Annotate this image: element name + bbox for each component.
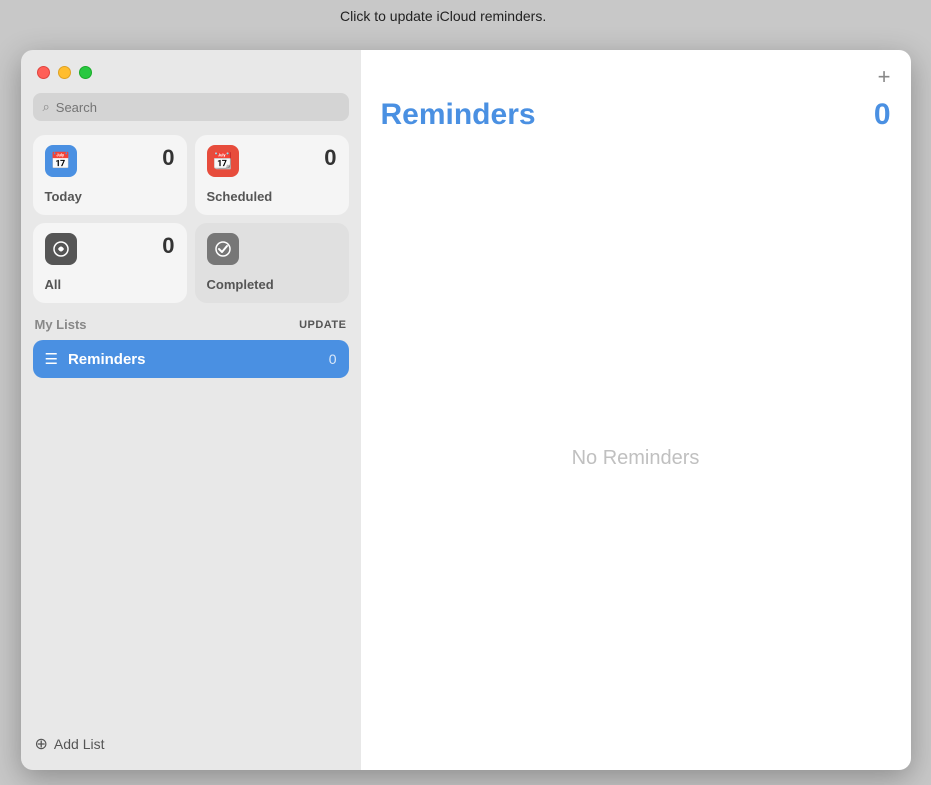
list-item-count: 0 (329, 351, 337, 367)
main-count: 0 (874, 98, 891, 132)
main-toolbar: + (381, 66, 891, 88)
my-lists-header: My Lists UPDATE (33, 317, 349, 332)
completed-label: Completed (207, 277, 337, 292)
main-title-row: Reminders 0 (381, 98, 891, 132)
search-input[interactable] (56, 100, 339, 115)
smart-list-today[interactable]: 📅 0 Today (33, 135, 187, 215)
smart-lists-grid: 📅 0 Today 📆 0 Scheduled (33, 135, 349, 303)
empty-state: No Reminders (381, 162, 891, 754)
smart-list-scheduled[interactable]: 📆 0 Scheduled (195, 135, 349, 215)
list-item-label: Reminders (68, 351, 319, 368)
traffic-lights (33, 66, 349, 79)
sidebar-bottom: ⊕ Add List (33, 720, 349, 758)
scheduled-label: Scheduled (207, 189, 337, 204)
scheduled-icon: 📆 (207, 145, 239, 177)
add-list-icon: ⊕ (35, 734, 48, 754)
minimize-button[interactable] (58, 66, 71, 79)
app-window: ⌕ 📅 0 Today 📆 0 (21, 50, 911, 770)
today-label: Today (45, 189, 175, 204)
my-lists-label: My Lists (35, 317, 87, 332)
update-button[interactable]: UPDATE (299, 319, 346, 331)
completed-icon (207, 233, 239, 265)
empty-state-text: No Reminders (572, 447, 700, 470)
all-label: All (45, 277, 175, 292)
list-icon: ☰ (45, 350, 58, 368)
smart-list-completed[interactable]: Completed (195, 223, 349, 303)
search-icon: ⌕ (43, 99, 50, 115)
add-list-button[interactable]: ⊕ Add List (33, 730, 107, 758)
add-list-label: Add List (54, 736, 105, 752)
today-count: 0 (162, 145, 174, 171)
search-bar[interactable]: ⌕ (33, 93, 349, 121)
list-item-reminders[interactable]: ☰ Reminders 0 (33, 340, 349, 378)
main-content: + Reminders 0 No Reminders (361, 50, 911, 770)
all-icon (45, 233, 77, 265)
add-reminder-button[interactable]: + (878, 66, 891, 88)
smart-list-all[interactable]: 0 All (33, 223, 187, 303)
scheduled-count: 0 (324, 145, 336, 171)
main-title: Reminders (381, 98, 536, 132)
tooltip-text: Click to update iCloud reminders. (340, 8, 546, 24)
maximize-button[interactable] (79, 66, 92, 79)
sidebar: ⌕ 📅 0 Today 📆 0 (21, 50, 361, 770)
close-button[interactable] (37, 66, 50, 79)
all-count: 0 (162, 233, 174, 259)
today-icon: 📅 (45, 145, 77, 177)
